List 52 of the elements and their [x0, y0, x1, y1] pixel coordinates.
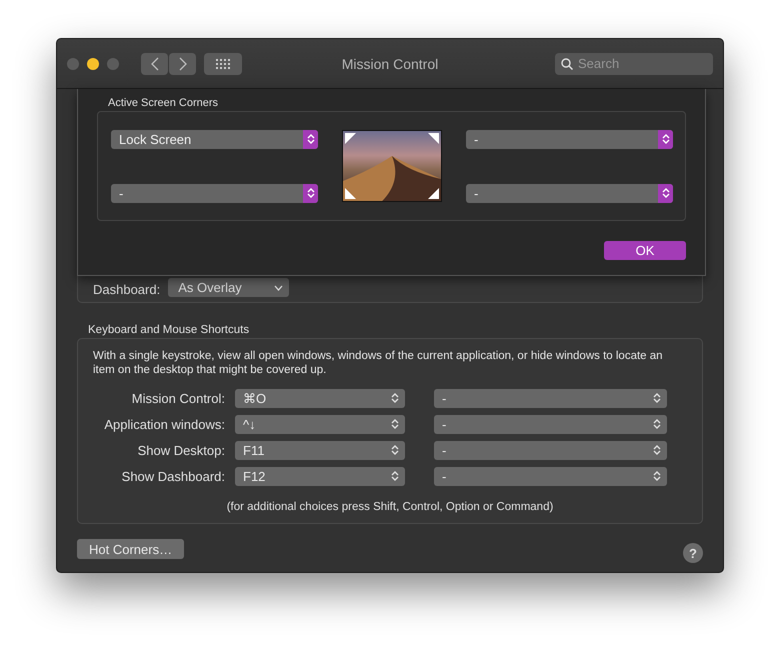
shortcut-select[interactable]: ⌘O: [235, 388, 405, 408]
ok-button[interactable]: OK: [604, 241, 686, 260]
help-button[interactable]: ?: [683, 543, 703, 563]
up-down-arrows-icon: [391, 470, 399, 482]
corner-action-select[interactable]: -: [111, 184, 318, 202]
shortcut-select[interactable]: F12: [235, 466, 405, 486]
up-down-arrows-icon: [391, 392, 399, 404]
window-title: Mission Control: [340, 56, 440, 72]
up-down-arrows-icon: [306, 187, 314, 199]
corner-marker-icon: [428, 133, 439, 144]
dashboard-select[interactable]: As Overlay: [168, 278, 290, 297]
shortcut-label: Application windows:: [103, 416, 225, 432]
up-down-arrows-icon: [391, 418, 399, 430]
shortcut-label: Show Dashboard:: [120, 468, 225, 484]
up-down-arrows-icon: [653, 470, 661, 482]
section-title: Keyboard and Mouse Shortcuts: [88, 324, 250, 336]
modifier-select[interactable]: -: [434, 388, 667, 408]
search-icon: [561, 58, 573, 70]
up-down-arrows-icon: [662, 187, 670, 199]
show-all-button[interactable]: [204, 52, 242, 74]
chevron-left-icon: [150, 56, 158, 70]
up-down-arrows-icon: [653, 418, 661, 430]
sheet-title: Active Screen Corners: [108, 97, 220, 109]
up-down-arrows-icon: [653, 444, 661, 456]
corner-marker-icon: [345, 188, 356, 199]
chevron-right-icon: [178, 56, 186, 70]
shortcut-label: Show Desktop:: [136, 442, 225, 458]
hot-corners-button[interactable]: Hot Corners…: [77, 539, 184, 559]
hint-text: (for additional choices press Shift, Control, Option or Command): [226, 501, 554, 513]
shortcut-select[interactable]: F11: [235, 440, 405, 460]
up-down-arrows-icon: [306, 133, 314, 145]
up-down-arrows-icon: [662, 133, 670, 145]
modifier-select[interactable]: -: [434, 440, 667, 460]
corner-action-select[interactable]: Lock Screen: [111, 130, 318, 148]
grid-icon: [216, 58, 230, 68]
forward-button[interactable]: [169, 52, 196, 74]
corner-action-select[interactable]: -: [466, 130, 673, 148]
up-down-arrows-icon: [391, 444, 399, 456]
up-down-arrows-icon: [653, 392, 661, 404]
modifier-select[interactable]: -: [434, 466, 667, 486]
back-button[interactable]: [141, 52, 168, 74]
search-field[interactable]: Search: [555, 52, 713, 74]
corner-action-select[interactable]: -: [466, 184, 673, 202]
minimize-button[interactable]: [87, 58, 99, 70]
chevron-down-icon: [274, 284, 284, 290]
modifier-select[interactable]: -: [434, 414, 667, 434]
description-text: With a single keystroke, view all open windows, windows of the current application, or hide windows to locate an item on the desktop that might be covered up.: [93, 349, 664, 377]
corner-marker-icon: [345, 133, 356, 144]
shortcut-select[interactable]: ^↓: [235, 414, 405, 434]
dashboard-label: Dashboard:: [93, 282, 160, 297]
shortcut-label: Mission Control:: [130, 390, 225, 406]
corner-marker-icon: [428, 188, 439, 199]
